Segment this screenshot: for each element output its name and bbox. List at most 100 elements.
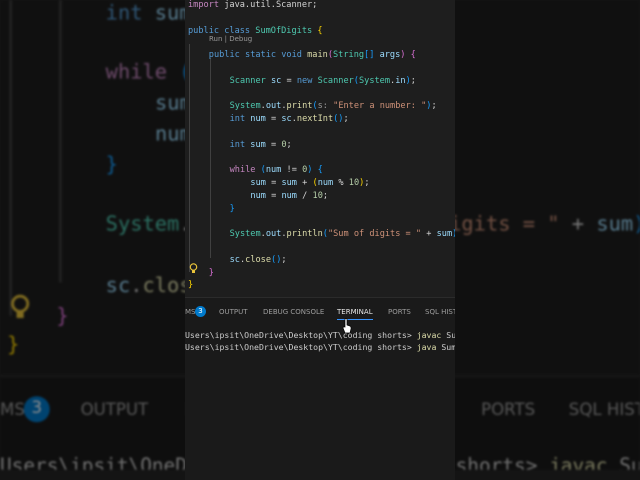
code-line[interactable]: Scanner sc = new Scanner(System.in); (230, 75, 416, 87)
code-token: new (296, 75, 318, 86)
lightbulb-icon[interactable] (9, 294, 30, 320)
tab-ports[interactable]: PORTS (388, 308, 411, 316)
vscode-window: Run | Debug import java.util.Scanner; pub… (185, 0, 455, 480)
code-token: System (229, 229, 261, 240)
terminal-prompt: Users\ipsit\OneDrive\Desktop\YT\coding s… (185, 342, 417, 352)
tab-sql-history[interactable]: SQL HIST (425, 308, 455, 316)
code-line[interactable]: while (num != 0) { (230, 164, 323, 176)
tab-output[interactable]: OUTPUT (81, 401, 149, 420)
code-token: } (105, 153, 118, 178)
code-token: [] (364, 49, 375, 60)
terminal-argument: SumOfD (619, 453, 640, 470)
code-token: 10 (348, 177, 360, 188)
code-token: ; (343, 113, 349, 124)
code-token: sum (281, 177, 303, 188)
code-token: num (250, 190, 272, 201)
code-token: 10 (312, 190, 323, 201)
tab-sql-history[interactable]: SQL HIST (569, 401, 640, 420)
indent-guide (210, 58, 211, 258)
code-line[interactable]: num = num / 10; (250, 190, 328, 202)
code-line[interactable]: import java.util.Scanner; (188, 0, 317, 11)
code-token: ; (281, 254, 287, 265)
code-line[interactable]: int num = sc.nextInt(); (230, 113, 349, 125)
code-token: sc (265, 75, 287, 86)
terminal-prompt: Users\ipsit\OneDrive\Desktop\YT\coding s… (185, 330, 417, 340)
code-token: { (317, 25, 323, 36)
code-line[interactable]: public class SumOfDigits { (188, 25, 323, 37)
code-token: while (105, 62, 180, 87)
code-token: = (286, 75, 297, 86)
code-token: print (286, 101, 313, 112)
tab-output[interactable]: OUTPUT (219, 308, 248, 316)
code-token: num (265, 165, 287, 176)
terminal-command: javac (549, 453, 608, 470)
code-line[interactable]: public static void main(String[] args) { (209, 49, 416, 61)
code-token: int (229, 113, 251, 124)
code-token: out (265, 101, 282, 112)
code-token: ) (452, 229, 455, 239)
code-line[interactable]: } (230, 203, 235, 215)
code-token: / (302, 190, 313, 201)
code-token: num (281, 190, 303, 201)
code-token: + (302, 177, 313, 188)
lightbulb-icon[interactable] (189, 263, 198, 274)
code-line[interactable]: System.out.print(s: "Enter a number: "); (230, 100, 437, 112)
code-line[interactable]: sc.close(); (230, 254, 287, 266)
code-token: ; (364, 177, 370, 188)
indent-guide (189, 44, 190, 272)
code-line[interactable]: } (106, 151, 118, 179)
code-token: { (410, 49, 416, 60)
code-token: sc (229, 254, 240, 265)
code-token: num (250, 113, 271, 124)
code-token: close (245, 254, 272, 265)
code-token: sum (250, 177, 272, 188)
code-token: sum (596, 213, 634, 238)
code-token: Scanner (229, 75, 266, 86)
code-token: ; (286, 139, 292, 150)
code-line[interactable]: } (7, 333, 19, 361)
code-token: println (286, 229, 323, 240)
code-token: ; (410, 75, 416, 86)
code-token: String (333, 49, 365, 60)
code-token: } (229, 203, 235, 214)
code-line[interactable]: } (188, 279, 193, 291)
code-token: Scanner (317, 75, 354, 86)
code-token: sc (281, 113, 292, 124)
code-token: while (229, 165, 261, 176)
code-editor[interactable]: Run | Debug import java.util.Scanner;pub… (185, 0, 455, 296)
terminal-argument: SumOfD (446, 330, 455, 340)
code-token: System (105, 213, 180, 238)
code-token: } (7, 335, 20, 360)
mouse-pointer-icon (342, 318, 352, 334)
code-token: ) (633, 214, 640, 238)
code-token: args (374, 49, 401, 60)
terminal-line[interactable]: Users\ipsit\OneDrive\Desktop\YT\coding s… (185, 329, 455, 341)
code-token: () (271, 254, 282, 265)
code-line[interactable]: int sum = 0; (230, 139, 292, 151)
code-token: = (271, 113, 282, 124)
code-token: public class (188, 25, 256, 36)
tab-debug-console[interactable]: DEBUG CONSOLE (263, 308, 324, 316)
code-line[interactable]: } (209, 267, 214, 279)
code-token: != (286, 165, 303, 176)
code-token: } (208, 267, 214, 278)
code-token: sum (436, 229, 453, 240)
tab-problems[interactable]: MS (0, 401, 25, 420)
terminal-line[interactable]: Users\ipsit\OneDrive\Desktop\YT\coding s… (185, 341, 455, 353)
code-token: main (307, 49, 328, 60)
code-token: num (317, 177, 339, 188)
code-line[interactable]: } (56, 303, 68, 331)
code-token: "Sum of digits = " (327, 229, 422, 240)
code-token: sum (250, 139, 271, 150)
terminal-command: java (416, 342, 437, 352)
tab-ports[interactable]: PORTS (481, 401, 535, 420)
bottom-panel: MS 3 OUTPUT DEBUG CONSOLE TERMINAL PORTS… (185, 297, 455, 480)
problems-count-badge: 3 (195, 306, 206, 317)
code-token: ; (322, 190, 329, 201)
tab-problems[interactable]: MS (185, 308, 195, 316)
code-token: = (271, 177, 282, 188)
code-token: { (317, 165, 323, 176)
code-line[interactable]: System.out.println("Sum of digits = " + … (230, 228, 455, 240)
code-token: } (56, 305, 69, 329)
code-line[interactable]: sum = sum + (num % 10); (250, 177, 369, 189)
